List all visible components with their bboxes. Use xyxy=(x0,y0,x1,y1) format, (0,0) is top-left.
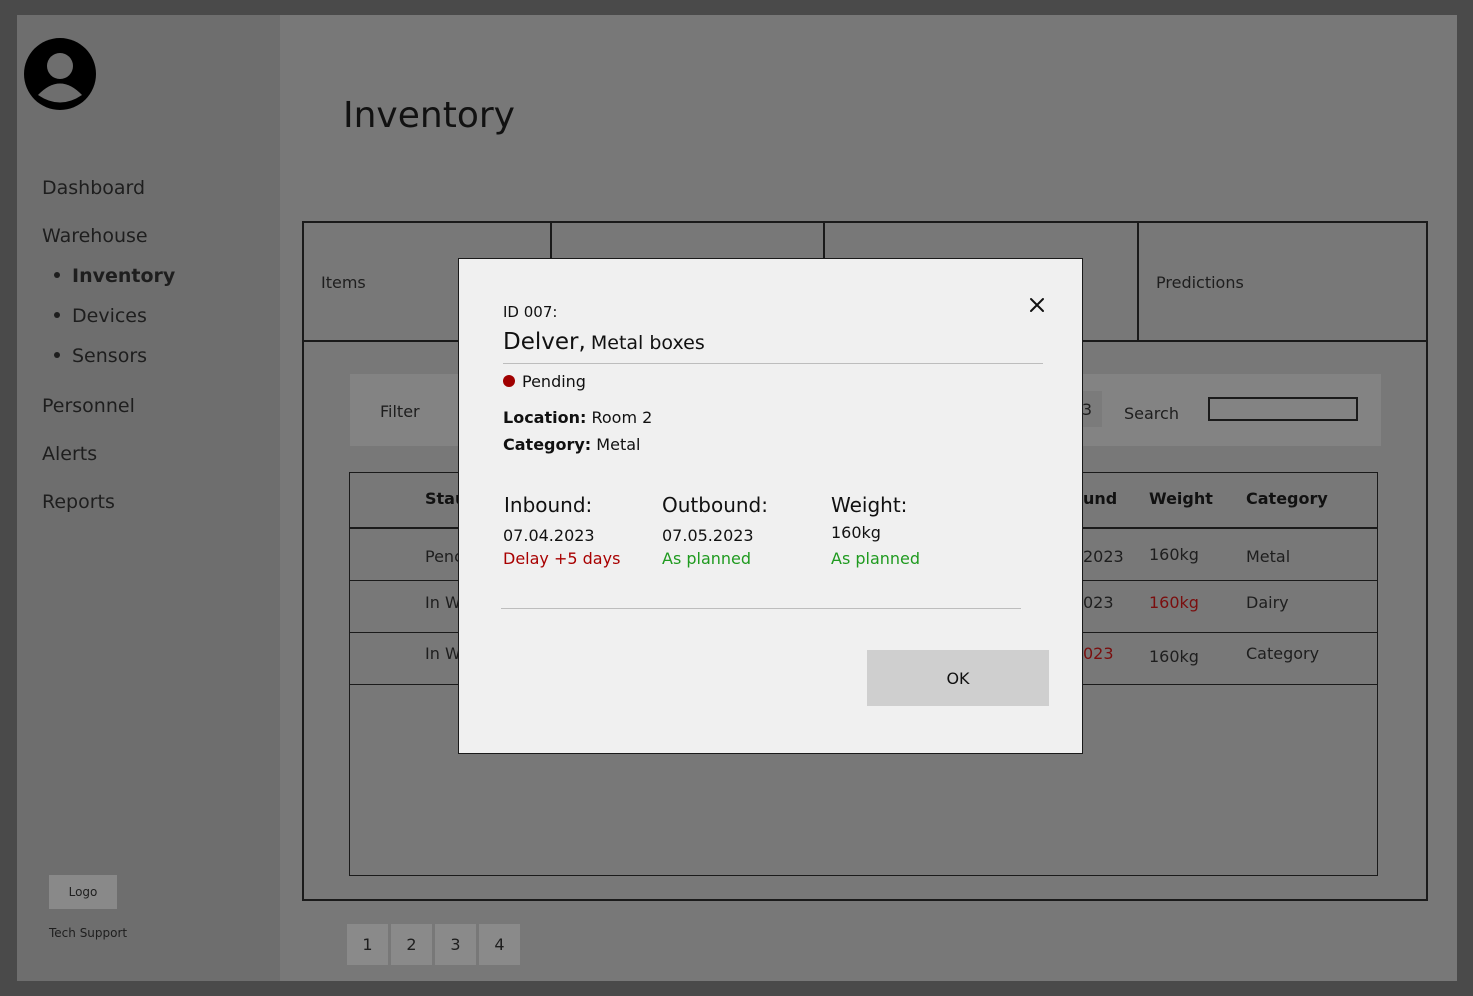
status-badge: Pending xyxy=(503,372,586,391)
header-weight[interactable]: Weight xyxy=(1149,489,1213,508)
sidebar: Dashboard Warehouse Inventory Devices Se… xyxy=(17,15,280,981)
row-category: Metal xyxy=(1246,547,1291,566)
outbound-status: As planned xyxy=(662,549,752,568)
divider xyxy=(501,608,1021,609)
supplier-name: Delver, xyxy=(503,329,586,355)
status-dot-icon xyxy=(503,374,515,387)
page-button-4[interactable]: 4 xyxy=(479,924,520,965)
weight-value: 160kg xyxy=(831,523,881,542)
location-value: Room 2 xyxy=(591,408,653,427)
page-title: Inventory xyxy=(343,95,515,136)
tech-support-link[interactable]: Tech Support xyxy=(49,926,127,940)
category-row: Category: Metal xyxy=(503,435,640,454)
tab-predictions-label: Predictions xyxy=(1156,273,1244,292)
row-date: 2023 xyxy=(1083,547,1124,566)
nav-dashboard[interactable]: Dashboard xyxy=(42,177,145,199)
close-icon[interactable] xyxy=(1026,294,1048,316)
header-outbound[interactable]: und xyxy=(1083,489,1117,508)
logo: Logo xyxy=(49,875,117,909)
ok-button[interactable]: OK xyxy=(867,650,1049,706)
nav-inventory-label: Inventory xyxy=(72,265,176,287)
nav-devices-label: Devices xyxy=(72,305,147,327)
outbound-label: Outbound: xyxy=(662,493,768,517)
item-description: Metal boxes xyxy=(590,332,705,354)
row-date: 023 xyxy=(1083,644,1114,663)
item-id: ID 007: xyxy=(503,303,558,321)
item-detail-dialog: ID 007: Delver, Metal boxes Pending Loca… xyxy=(458,258,1083,754)
row-status: In W xyxy=(425,593,461,612)
location-label: Location: xyxy=(503,408,587,427)
filter-chip-label: 3 xyxy=(1081,400,1092,419)
inbound-status: Delay +5 days xyxy=(503,549,621,568)
bullet-icon xyxy=(54,271,60,278)
inbound-date: 07.04.2023 xyxy=(503,526,595,545)
bullet-icon xyxy=(54,351,60,358)
row-weight: 160kg xyxy=(1149,647,1199,666)
nav-sensors[interactable]: Sensors xyxy=(54,345,147,367)
weight-label: Weight: xyxy=(831,493,908,517)
item-title: Delver, Metal boxes xyxy=(503,329,705,355)
search-label: Search xyxy=(1124,404,1179,423)
nav-devices[interactable]: Devices xyxy=(54,305,147,327)
row-date: 023 xyxy=(1083,593,1114,612)
search-input[interactable] xyxy=(1208,397,1358,421)
row-status: In W xyxy=(425,644,461,663)
row-weight: 160kg xyxy=(1149,545,1199,564)
status-text: Pending xyxy=(522,372,586,391)
nav-personnel[interactable]: Personnel xyxy=(42,395,135,417)
divider xyxy=(503,363,1043,364)
nav-inventory[interactable]: Inventory xyxy=(54,265,175,287)
row-category: Dairy xyxy=(1246,593,1289,612)
page-button-1[interactable]: 1 xyxy=(347,924,388,965)
nav-warehouse[interactable]: Warehouse xyxy=(42,225,148,247)
page-button-3[interactable]: 3 xyxy=(435,924,476,965)
header-category[interactable]: Category xyxy=(1246,489,1328,508)
category-label: Category: xyxy=(503,435,592,454)
page-button-2[interactable]: 2 xyxy=(391,924,432,965)
nav-reports[interactable]: Reports xyxy=(42,491,115,513)
weight-status: As planned xyxy=(831,549,921,568)
category-value: Metal xyxy=(596,435,641,454)
location-row: Location: Room 2 xyxy=(503,408,652,427)
row-category: Category xyxy=(1246,644,1320,663)
outbound-date: 07.05.2023 xyxy=(662,526,754,545)
row-weight: 160kg xyxy=(1149,593,1199,612)
tab-items-label: Items xyxy=(321,273,366,292)
nav-sensors-label: Sensors xyxy=(72,345,148,367)
filter-label[interactable]: Filter xyxy=(380,402,420,421)
user-avatar-icon[interactable] xyxy=(24,38,96,110)
nav-alerts[interactable]: Alerts xyxy=(42,443,97,465)
tab-predictions[interactable]: Predictions xyxy=(1139,223,1426,340)
bullet-icon xyxy=(54,311,60,318)
inbound-label: Inbound: xyxy=(504,493,593,517)
